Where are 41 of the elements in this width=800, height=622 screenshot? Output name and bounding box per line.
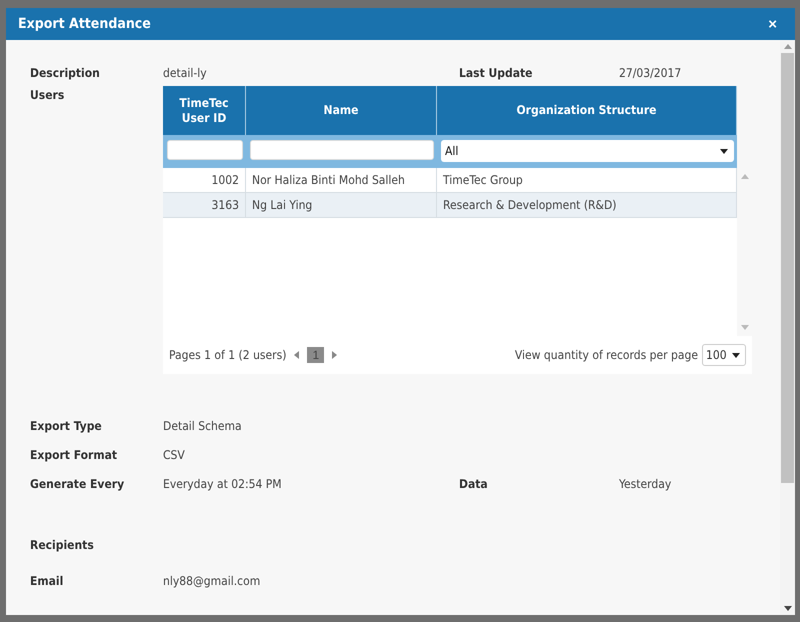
field-label: Last Update — [459, 66, 534, 80]
table-cell: 3163 — [163, 193, 246, 218]
table-cell: Nor Haliza Binti Mohd Salleh — [246, 168, 437, 193]
caret-icon — [732, 352, 740, 358]
scrollbar[interactable] — [780, 40, 795, 615]
table-cell: Ng Lai Ying — [246, 193, 437, 218]
field-value: nly88@gmail.com — [163, 574, 262, 588]
per-page-dropdown[interactable]: 100 — [702, 344, 746, 366]
field-value: Yesterday — [619, 477, 672, 491]
field-value: CSV — [163, 448, 186, 462]
close-button[interactable]: × — [768, 16, 777, 32]
pager-summary: Pages 1 of 1 (2 users) — [169, 348, 286, 362]
scroll-down-icon[interactable] — [784, 606, 792, 611]
dialog-title: Export Attendance — [18, 16, 151, 32]
field-value: Everyday at 02:54 PM — [163, 477, 283, 491]
next-icon[interactable] — [332, 351, 338, 359]
field-value: Detail Schema — [163, 419, 243, 433]
field-value: 27/03/2017 — [619, 66, 682, 80]
per-page-label: View quantity of records per page — [514, 348, 698, 362]
filter-dropdown[interactable]: All — [441, 140, 734, 162]
field-value: detail-ly — [163, 66, 208, 80]
field-label: Export Format — [30, 448, 118, 462]
column-header: Organization Structure — [437, 86, 737, 135]
field-label: Data — [459, 477, 489, 491]
field-label: Email — [30, 574, 64, 588]
field-label: Description — [30, 66, 101, 80]
column-header: TimeTec User ID — [163, 86, 246, 135]
field-label: Users — [30, 88, 66, 104]
field-label: Export Type — [30, 419, 103, 433]
field-label: Generate Every — [30, 477, 126, 491]
scroll-up-icon[interactable] — [740, 174, 748, 179]
column-header: Name — [246, 86, 437, 135]
table-cell: TimeTec Group — [437, 168, 737, 193]
table-cell: Research & Development (R&D) — [437, 193, 737, 218]
table-cell: 1002 — [163, 168, 246, 193]
section-label: Recipients — [30, 538, 95, 552]
scroll-up-icon[interactable] — [784, 44, 792, 49]
filter-field[interactable] — [167, 140, 243, 160]
caret-icon — [720, 148, 728, 154]
filter-field[interactable] — [250, 140, 434, 160]
previous-icon[interactable] — [294, 351, 300, 359]
